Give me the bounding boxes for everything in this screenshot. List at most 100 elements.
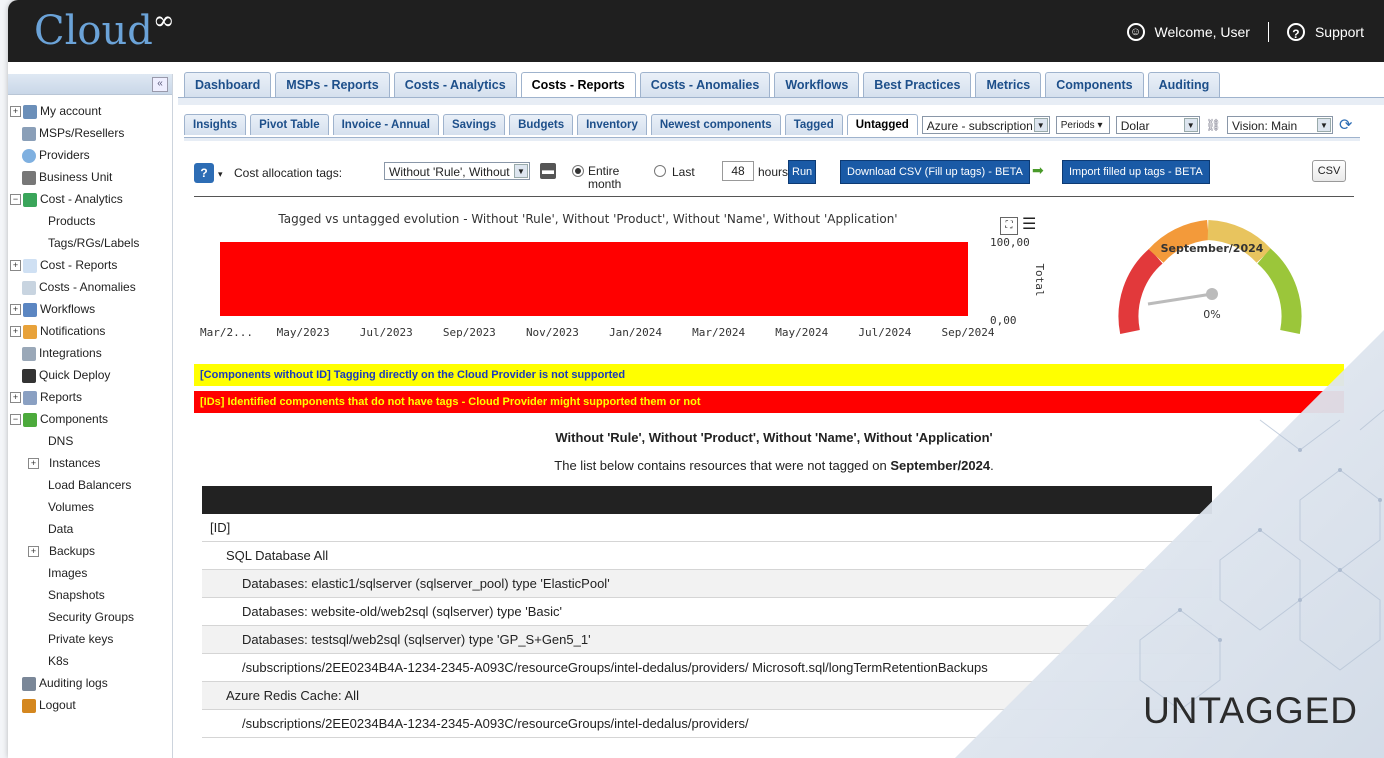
sidebar-item-costs-anomalies[interactable]: Costs - Anomalies <box>8 277 172 299</box>
sidebar-item-workflows[interactable]: + Workflows <box>8 299 172 321</box>
sidebar-item-auditing-logs[interactable]: Auditing logs <box>8 673 172 695</box>
periods-label: Periods <box>1060 119 1095 131</box>
sidebar-item-products[interactable]: Products <box>8 211 172 233</box>
gauge-chart: September/2024 0% <box>1118 220 1302 334</box>
sub-tabs-bar <box>184 137 1360 141</box>
subtab-newest-components[interactable]: Newest components <box>650 114 781 135</box>
sidebar-item-integrations[interactable]: Integrations <box>8 343 172 365</box>
subtab-budgets[interactable]: Budgets <box>509 114 574 135</box>
tab-msps-reports[interactable]: MSPs - Reports <box>275 72 390 97</box>
download-csv-button[interactable]: Download CSV (Fill up tags) - BETA <box>840 160 1030 184</box>
sidebar-item-security-groups[interactable]: Security Groups <box>8 607 172 629</box>
collapse-icon[interactable]: − <box>10 194 21 206</box>
tab-costs-anomalies[interactable]: Costs - Anomalies <box>639 72 771 97</box>
sidebar-item-providers[interactable]: Providers <box>8 145 172 167</box>
last-radio[interactable] <box>654 165 666 177</box>
tab-workflows[interactable]: Workflows <box>774 72 860 97</box>
expand-icon[interactable]: + <box>10 392 21 404</box>
table-row[interactable]: Databases: elastic1/sqlserver (sqlserver… <box>202 570 1212 598</box>
sidebar-item-business-unit[interactable]: Business Unit <box>8 167 172 189</box>
help-dropdown-icon[interactable]: ▾ <box>218 169 223 180</box>
expand-icon[interactable]: + <box>28 458 39 470</box>
table-row[interactable]: [ID] <box>202 514 1212 542</box>
import-tags-button[interactable]: Import filled up tags - BETA <box>1062 160 1210 184</box>
x-tick-label: Sep/2024 <box>942 326 995 339</box>
sidebar-item-tags-rgs-labels[interactable]: Tags/RGs/Labels <box>8 233 172 255</box>
sidebar-item-dns[interactable]: DNS <box>8 431 172 453</box>
table-row[interactable]: SQL Database All <box>202 542 1212 570</box>
sidebar-item-instances[interactable]: + Instances <box>8 453 172 475</box>
subtab-invoice-annual[interactable]: Invoice - Annual <box>332 114 439 135</box>
sidebar-item-logout[interactable]: Logout <box>8 695 172 717</box>
minus-button[interactable]: ▬ <box>540 163 556 179</box>
tab-best-practices[interactable]: Best Practices <box>863 72 972 97</box>
hours-input[interactable]: 48 <box>722 161 754 181</box>
sidebar-item-load-balancers[interactable]: Load Balancers <box>8 475 172 497</box>
expand-icon[interactable]: + <box>28 546 39 558</box>
sidebar-item-components[interactable]: − Components <box>8 409 172 431</box>
tab-components[interactable]: Components <box>1045 72 1144 97</box>
sidebar-item-images[interactable]: Images <box>8 563 172 585</box>
entire-month-radio[interactable] <box>572 165 584 177</box>
sidebar-item-volumes[interactable]: Volumes <box>8 497 172 519</box>
dollar-icon <box>23 192 37 207</box>
expand-icon[interactable]: + <box>10 304 21 316</box>
gauge-value: 0% <box>1203 308 1220 321</box>
sidebar-item-k8s[interactable]: K8s <box>8 651 172 673</box>
tab-costs-reports[interactable]: Costs - Reports <box>520 72 636 97</box>
tab-auditing[interactable]: Auditing <box>1147 72 1221 97</box>
expand-icon[interactable]: + <box>10 106 21 118</box>
subtab-tagged[interactable]: Tagged <box>784 114 843 135</box>
expand-icon[interactable]: + <box>10 326 21 338</box>
tags-select[interactable]: Without 'Rule', Without ▼ <box>384 162 530 180</box>
support-link[interactable]: Support <box>1315 24 1364 40</box>
periods-button[interactable]: Periods ▾ <box>1055 115 1110 134</box>
help-button[interactable]: ? <box>194 163 214 183</box>
subtab-inventory[interactable]: Inventory <box>577 114 647 135</box>
sidebar-item-snapshots[interactable]: Snapshots <box>8 585 172 607</box>
banner-ids[interactable]: [IDs] Identified components that do not … <box>194 391 1344 413</box>
arrow-right-icon: ➡ <box>1032 162 1044 178</box>
sidebar-item-quick-deploy[interactable]: Quick Deploy <box>8 365 172 387</box>
expand-icon[interactable]: + <box>10 260 21 272</box>
sidebar-item-msps-resellers[interactable]: MSPs/Resellers <box>8 123 172 145</box>
tab-dashboard[interactable]: Dashboard <box>184 72 272 97</box>
collapse-icon[interactable]: − <box>10 414 21 426</box>
banner-without-id[interactable]: [Components without ID] Tagging directly… <box>194 364 1344 386</box>
list-subtitle-month: September/2024 <box>890 458 991 473</box>
sidebar-item-data[interactable]: Data <box>8 519 172 541</box>
sidebar-item-reports[interactable]: + Reports <box>8 387 172 409</box>
sidebar-item-private-keys[interactable]: Private keys <box>8 629 172 651</box>
menu-icon[interactable]: ☰ <box>1022 214 1036 234</box>
table-row[interactable]: Databases: testsql/web2sql (sqlserver) t… <box>202 626 1212 654</box>
table-row[interactable]: /subscriptions/2EE0234B4A-1234-2345-A093… <box>202 710 1212 738</box>
subscription-select[interactable]: Azure - subscription ▼ <box>921 115 1050 134</box>
sidebar-item-my-account[interactable]: + My account <box>8 101 172 123</box>
sidebar-item-backups[interactable]: + Backups <box>8 541 172 563</box>
cloud-logo[interactable]: Cloud∞ <box>34 6 175 54</box>
subtab-insights[interactable]: Insights <box>184 114 247 135</box>
x-tick-label: Jan/2024 <box>609 326 662 339</box>
subtab-pivot-table[interactable]: Pivot Table <box>250 114 329 135</box>
csv-button[interactable]: CSV <box>1312 160 1346 182</box>
sidebar-item-notifications[interactable]: + Notifications <box>8 321 172 343</box>
tab-costs-analytics[interactable]: Costs - Analytics <box>393 72 517 97</box>
fullscreen-icon[interactable]: ⛶ <box>1000 217 1018 235</box>
y-tick-label: 100,00 <box>990 236 1030 249</box>
hierarchy-icon[interactable]: ⛓ <box>1206 118 1221 132</box>
table-row[interactable]: Databases: website-old/web2sql (sqlserve… <box>202 598 1212 626</box>
currency-select[interactable]: Dolar ▼ <box>1115 115 1200 134</box>
sidebar-item-cost-analytics[interactable]: − Cost - Analytics <box>8 189 172 211</box>
subtab-untagged[interactable]: Untagged <box>846 114 918 135</box>
vision-select[interactable]: Vision: Main ▼ <box>1227 115 1333 134</box>
collapse-sidebar-icon[interactable]: « <box>152 77 168 92</box>
subtab-savings[interactable]: Savings <box>442 114 506 135</box>
run-button[interactable]: Run <box>788 160 817 184</box>
table-row[interactable]: Azure Redis Cache: All <box>202 682 1212 710</box>
msp-icon <box>22 126 36 141</box>
sidebar-item-cost-reports[interactable]: + Cost - Reports <box>8 255 172 277</box>
table-row[interactable]: /subscriptions/2EE0234B4A-1234-2345-A093… <box>202 654 1212 682</box>
refresh-icon[interactable]: ⟳ <box>1339 115 1352 135</box>
welcome-text[interactable]: Welcome, User <box>1155 24 1250 40</box>
tab-metrics[interactable]: Metrics <box>975 72 1042 97</box>
